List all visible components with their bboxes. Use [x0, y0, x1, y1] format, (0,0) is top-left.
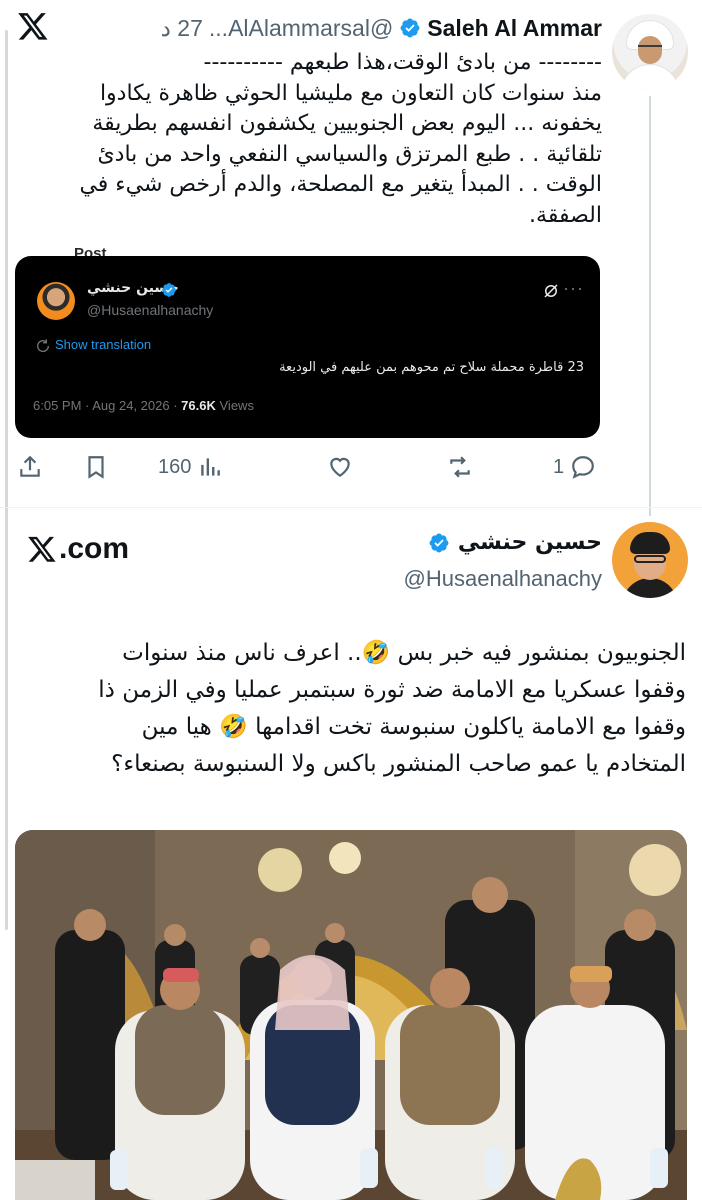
- tweet-actions: 160 1: [17, 450, 602, 486]
- quoted-post-timestamp[interactable]: 6:05 PM · Aug 24, 2026 ·: [33, 398, 178, 413]
- author-name[interactable]: Saleh Al Ammar: [427, 15, 602, 42]
- tweet-line: الوقت . . المبدأ يتغير مع المصلحة، والدم…: [79, 172, 602, 197]
- x-com-brand: .com: [27, 532, 129, 566]
- views-button[interactable]: 160: [158, 454, 223, 480]
- tweet-line: وقفوا عسكريا مع الامامة ضد ثورة سبتمبر ع…: [98, 677, 686, 703]
- tweet-line: الجنوبيون بمنشور فيه خبر بس 🤣.. اعرف ناس…: [122, 640, 686, 666]
- photo-scene: [15, 830, 687, 1200]
- tweet-line: تلقائية . . طبع المرتزق والسياسي النفعي …: [97, 141, 602, 167]
- quoted-post-card[interactable]: حسين حنشي @Husaenalhanachy ··· Show tran…: [15, 256, 600, 438]
- scrollbar[interactable]: [5, 30, 8, 930]
- views-count: 160: [158, 455, 192, 478]
- verified-badge-icon: [400, 18, 420, 38]
- quoted-author-handle[interactable]: @Husaenalhanachy: [87, 302, 213, 318]
- heart-icon: [330, 457, 350, 477]
- author-name[interactable]: حسين حنشي: [458, 530, 602, 555]
- thread-line: [649, 96, 651, 516]
- quoted-post-text: 23 قاطرة محملة سلاح تم محوهم بمن عليهم ف…: [279, 360, 584, 375]
- author-avatar[interactable]: [612, 14, 688, 90]
- tweet-body: -------- من بادئ الوقت،هذا طبعهم -------…: [17, 48, 602, 231]
- tweet-header: Saleh Al Ammar @AlAlammarsal... 27 د: [42, 12, 602, 44]
- reply-count: 1: [553, 455, 565, 478]
- x-logo-icon: [28, 536, 56, 562]
- show-translation-link[interactable]: Show translation: [55, 337, 151, 352]
- quoted-author-avatar[interactable]: [37, 282, 75, 320]
- author-handle[interactable]: @AlAlammarsal...: [209, 15, 393, 42]
- tweet-time[interactable]: 27 د: [161, 15, 203, 42]
- tweet-photo[interactable]: [15, 830, 687, 1200]
- reply-icon: [572, 456, 594, 479]
- tweet-body: الجنوبيون بمنشور فيه خبر بس 🤣.. اعرف ناس…: [10, 635, 686, 783]
- author-avatar[interactable]: [612, 522, 688, 598]
- bookmark-button[interactable]: [83, 454, 109, 480]
- analytics-icon: [201, 458, 221, 476]
- verified-badge-icon: [429, 533, 449, 552]
- tweet-line: وقفوا مع الامامة ياكلون سنبوسة تخت اقدام…: [141, 714, 686, 740]
- more-options-icon[interactable]: ···: [563, 278, 584, 299]
- quoted-post-meta: 6:05 PM · Aug 24, 2026 · 76.6K Views: [33, 398, 254, 413]
- divider: [0, 507, 702, 508]
- tweet-line: يخفونه ... اليوم بعض الجنوبيين يكشفون ان…: [92, 111, 602, 136]
- tweet-line: الصفقة.: [529, 202, 602, 228]
- share-button[interactable]: [17, 454, 43, 480]
- share-icon: [20, 455, 40, 477]
- like-button[interactable]: [327, 454, 353, 480]
- verified-badge-icon: [162, 283, 176, 297]
- site-domain: .com: [59, 532, 130, 565]
- quoted-post-views-label: Views: [219, 398, 254, 413]
- tweet-header: حسين حنشي: [428, 530, 602, 555]
- grok-icon[interactable]: [542, 282, 560, 300]
- tweet-line: -------- من بادئ الوقت،هذا طبعهم -------…: [203, 50, 602, 75]
- repost-icon: [450, 456, 470, 478]
- translate-icon[interactable]: [35, 338, 51, 354]
- reply-button[interactable]: 1: [553, 454, 596, 480]
- tweet-line: المتخادم يا عمو صاحب المنشور باكس ولا ال…: [111, 751, 686, 777]
- bookmark-icon: [88, 456, 104, 479]
- repost-button[interactable]: [447, 454, 473, 480]
- author-handle[interactable]: @Husaenalhanachy: [404, 566, 602, 592]
- tweet-line: منذ سنوات كان التعاون مع مليشيا الحوثي ظ…: [99, 80, 602, 106]
- quoted-post-views-count: 76.6K: [181, 398, 216, 413]
